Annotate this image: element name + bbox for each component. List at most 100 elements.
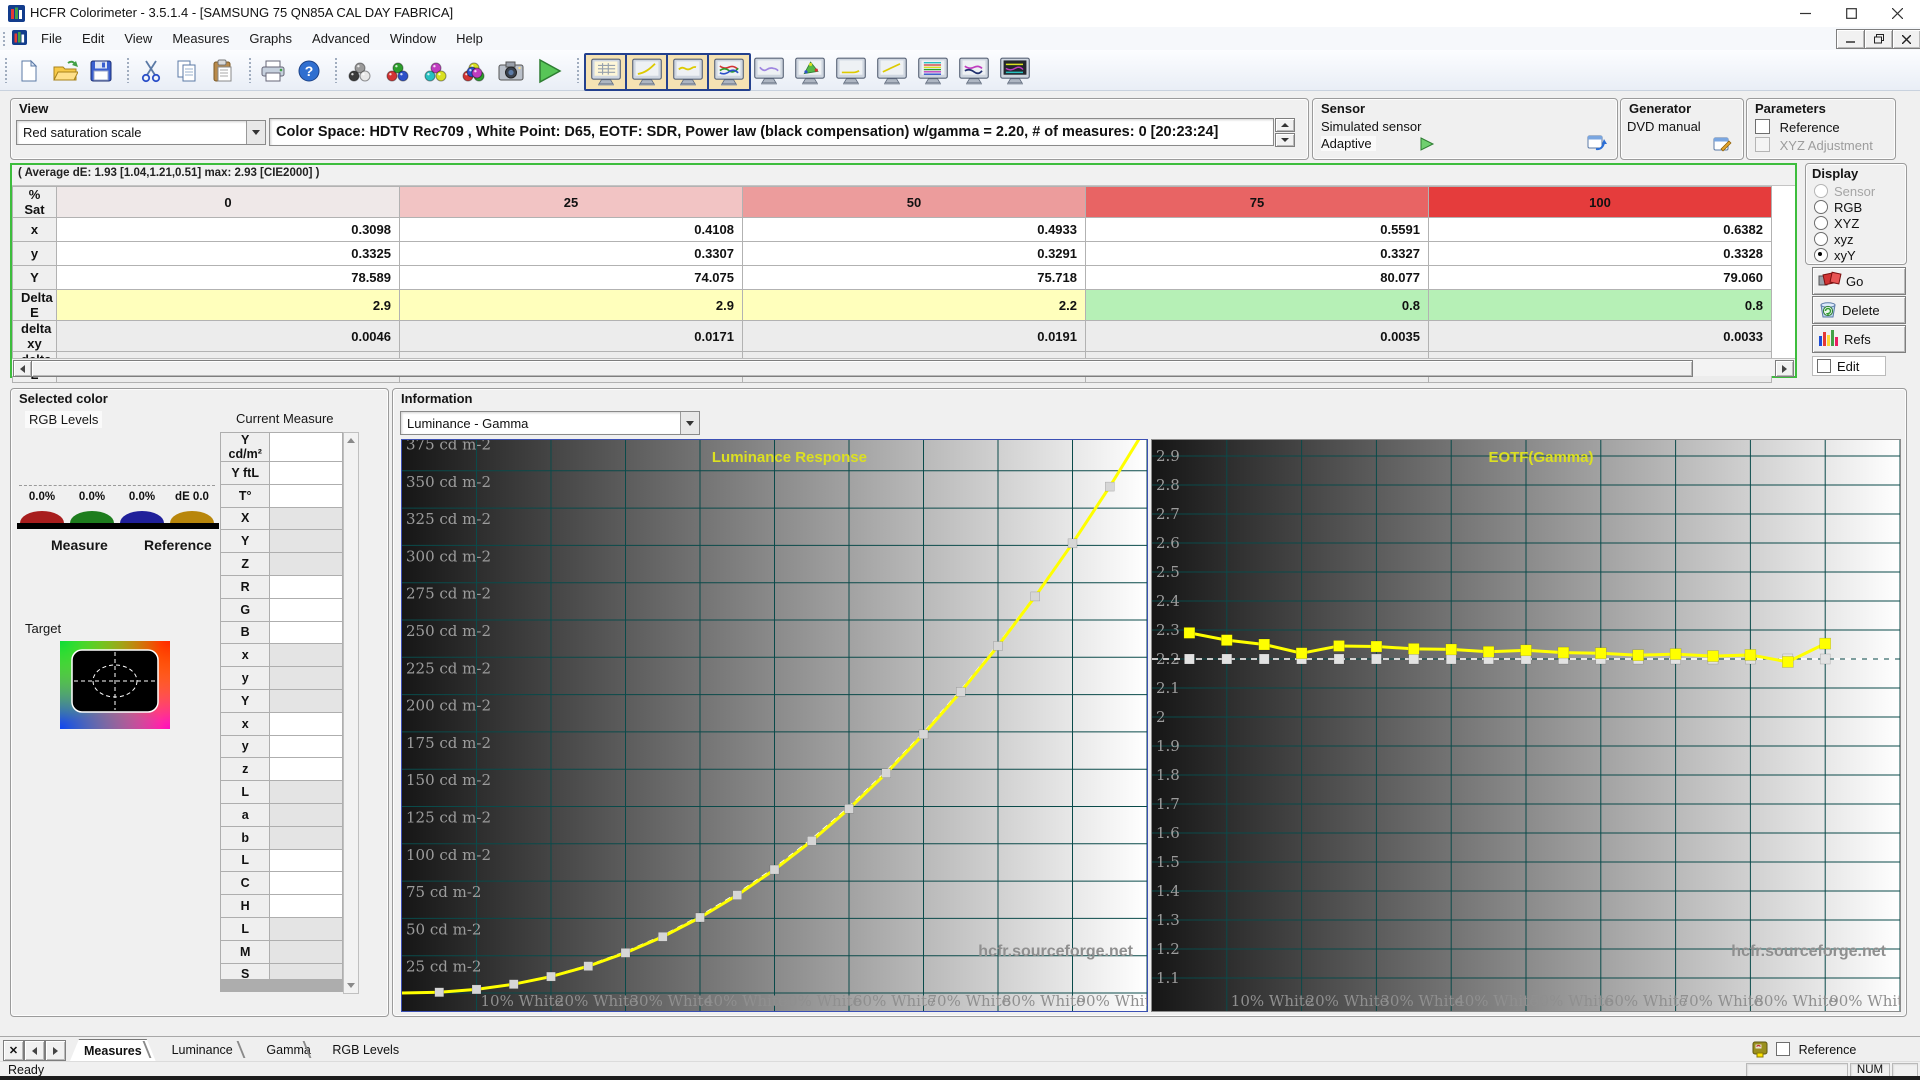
- monitor-measures-grid-button[interactable]: [584, 53, 628, 91]
- measure-cell[interactable]: 0.0033: [1428, 320, 1772, 352]
- mdi-minimize-button[interactable]: [1836, 29, 1865, 49]
- column-header-50[interactable]: 50: [742, 186, 1086, 218]
- next-tab-button[interactable]: [45, 1040, 66, 1061]
- scroll-down-icon[interactable]: [344, 978, 358, 993]
- generator-config-icon[interactable]: [1713, 135, 1733, 158]
- measure-cell[interactable]: 0.0035: [1085, 320, 1429, 352]
- display-option-xyy[interactable]: xyY: [1814, 247, 1906, 263]
- measure-cell[interactable]: 0.0171: [399, 320, 743, 352]
- reference-checkbox[interactable]: Reference: [1755, 119, 1840, 135]
- menu-view[interactable]: View: [114, 28, 162, 49]
- run-measures-button[interactable]: [532, 54, 566, 88]
- measure-cell[interactable]: 0.5591: [1085, 217, 1429, 242]
- new-file-button[interactable]: [12, 54, 46, 88]
- measure-primaries-button[interactable]: [380, 54, 414, 88]
- checkbox-icon[interactable]: [1776, 1042, 1790, 1056]
- measure-spinner[interactable]: [1275, 118, 1295, 147]
- help-button[interactable]: ?: [292, 54, 326, 88]
- information-view-dropdown[interactable]: Luminance - Gamma: [400, 411, 700, 435]
- copy-button[interactable]: [170, 54, 204, 88]
- monitor-rgb-levels-button[interactable]: [707, 53, 751, 91]
- measure-cell[interactable]: 0.6382: [1428, 217, 1772, 242]
- measure-cell[interactable]: 0.0191: [742, 320, 1086, 352]
- cut-button[interactable]: [134, 54, 168, 88]
- menu-help[interactable]: Help: [446, 28, 493, 49]
- save-file-button[interactable]: [84, 54, 118, 88]
- spinner-down-icon[interactable]: [1275, 133, 1295, 147]
- measure-cell[interactable]: 78.589: [56, 265, 400, 290]
- menu-file[interactable]: File: [31, 28, 72, 49]
- dropdown-arrow-icon[interactable]: [246, 121, 265, 144]
- monitor-nearwhite-button[interactable]: [871, 53, 913, 89]
- measure-cell[interactable]: 80.077: [1085, 265, 1429, 290]
- measures-table[interactable]: % Sat 0 25 50 75 100 x 0.3098 0.4108 0.4933 0.5591…: [12, 186, 1772, 383]
- mdi-restore-button[interactable]: [1864, 29, 1893, 49]
- measure-cell[interactable]: 0.3307: [399, 241, 743, 266]
- open-file-button[interactable]: [48, 54, 82, 88]
- scroll-right-icon[interactable]: [1775, 360, 1794, 377]
- scroll-left-icon[interactable]: [13, 360, 32, 377]
- measure-cell[interactable]: 2.9: [399, 289, 743, 321]
- sensor-config-icon[interactable]: [1587, 133, 1607, 156]
- radio-icon[interactable]: [1814, 232, 1828, 246]
- delete-button[interactable]: Delete: [1812, 296, 1906, 324]
- dropdown-arrow-icon[interactable]: [680, 412, 699, 434]
- edit-checkbox[interactable]: Edit: [1812, 356, 1886, 376]
- monitor-luminance-button[interactable]: [625, 53, 669, 91]
- measure-cell[interactable]: 0.8: [1428, 289, 1772, 321]
- measure-secondaries-button[interactable]: [418, 54, 452, 88]
- spinner-up-icon[interactable]: [1275, 118, 1295, 132]
- snapshot-camera-button[interactable]: [494, 54, 528, 88]
- monitor-free-measures-button[interactable]: [994, 53, 1036, 89]
- display-option-xyz[interactable]: xyz: [1814, 231, 1906, 247]
- view-preset-dropdown[interactable]: Red saturation scale: [16, 120, 266, 145]
- display-option-rgb[interactable]: RGB: [1814, 199, 1906, 215]
- menu-advanced[interactable]: Advanced: [302, 28, 380, 49]
- maximize-button[interactable]: [1828, 0, 1874, 27]
- close-view-button[interactable]: ✕: [3, 1040, 24, 1061]
- radio-icon[interactable]: [1814, 216, 1828, 230]
- sensor-run-icon[interactable]: [1419, 137, 1435, 154]
- monitor-nearblack-button[interactable]: [830, 53, 872, 89]
- column-header-100[interactable]: 100: [1428, 186, 1772, 218]
- mdi-close-button[interactable]: [1892, 29, 1920, 49]
- measure-cell[interactable]: 75.718: [742, 265, 1086, 290]
- column-header-75[interactable]: 75: [1085, 186, 1429, 218]
- radio-icon[interactable]: [1814, 200, 1828, 214]
- measure-cell[interactable]: 0.0046: [56, 320, 400, 352]
- scrollbar-thumb[interactable]: [31, 360, 1693, 377]
- measure-cell[interactable]: 0.3328: [1428, 241, 1772, 266]
- close-button[interactable]: [1874, 0, 1920, 27]
- tab-rgb-levels[interactable]: RGB Levels: [318, 1039, 413, 1060]
- monitor-gamma-button[interactable]: [666, 53, 710, 91]
- measure-cell[interactable]: 0.3327: [1085, 241, 1429, 266]
- monitor-saturations-button[interactable]: [912, 53, 954, 89]
- display-option-xyz[interactable]: XYZ: [1814, 215, 1906, 231]
- paste-button[interactable]: [206, 54, 240, 88]
- measures-hscrollbar[interactable]: [12, 358, 1795, 377]
- measure-cell[interactable]: 74.075: [399, 265, 743, 290]
- monitor-secondaries-button[interactable]: [953, 53, 995, 89]
- measure-cell[interactable]: 2.9: [56, 289, 400, 321]
- tab-gamma[interactable]: Gamma: [252, 1039, 324, 1060]
- checkbox-icon[interactable]: [1817, 359, 1831, 373]
- column-header-25[interactable]: 25: [399, 186, 743, 218]
- menu-measures[interactable]: Measures: [162, 28, 239, 49]
- scroll-up-icon[interactable]: [344, 433, 358, 448]
- menu-graphs[interactable]: Graphs: [239, 28, 302, 49]
- measure-grayscale-button[interactable]: [342, 54, 376, 88]
- print-button[interactable]: [256, 54, 290, 88]
- tab-luminance[interactable]: Luminance: [158, 1039, 247, 1060]
- measure-cell[interactable]: 0.3291: [742, 241, 1086, 266]
- monitor-cie-chart-button[interactable]: [789, 53, 831, 89]
- measure-cell[interactable]: 0.3098: [56, 217, 400, 242]
- minimize-button[interactable]: [1782, 0, 1828, 27]
- reference-toggle-checkbox[interactable]: Reference: [1776, 1042, 1856, 1057]
- menu-window[interactable]: Window: [380, 28, 446, 49]
- monitor-color-temperature-button[interactable]: [748, 53, 790, 89]
- measure-cell[interactable]: 0.3325: [56, 241, 400, 266]
- measure-cell[interactable]: 0.4108: [399, 217, 743, 242]
- prev-tab-button[interactable]: [24, 1040, 45, 1061]
- radio-icon[interactable]: [1814, 248, 1828, 262]
- measure-cell[interactable]: 0.4933: [742, 217, 1086, 242]
